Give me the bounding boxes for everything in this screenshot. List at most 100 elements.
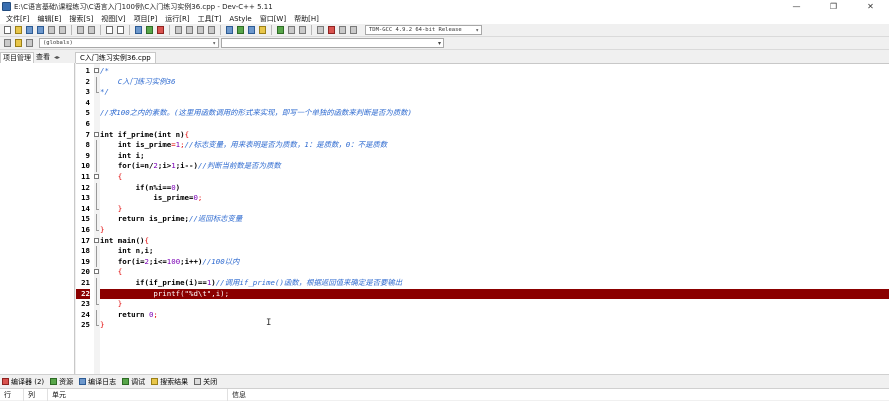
keyword: int — [117, 246, 132, 256]
identifier: ;i++) — [180, 256, 203, 266]
line-number: 10 — [81, 161, 90, 171]
rebuild-all-icon[interactable] — [257, 25, 267, 35]
code-line: is_prime=0; — [100, 193, 889, 204]
operator: ; — [153, 309, 158, 319]
menu-tools[interactable]: 工具[T] — [194, 14, 226, 24]
menu-execute[interactable]: 运行[R] — [161, 14, 193, 24]
gear-icon[interactable] — [337, 25, 347, 35]
redo-icon[interactable] — [86, 25, 96, 35]
stop-icon[interactable] — [326, 25, 336, 35]
new-file-icon[interactable] — [2, 25, 12, 35]
column-header-column[interactable]: 列 — [24, 389, 48, 401]
compiler-select[interactable]: TDM-GCC 4.9.2 64-bit Release ▾ — [365, 25, 482, 35]
column-header-unit[interactable]: 单元 — [48, 389, 228, 401]
line-number: 21 — [81, 278, 90, 287]
tab-search-results[interactable]: 搜索结果 — [151, 377, 188, 387]
resources-icon — [50, 378, 58, 385]
toolbar-separator — [271, 25, 272, 35]
maximize-button[interactable]: ❐ — [815, 0, 852, 13]
debug-icon[interactable] — [275, 25, 285, 35]
toolbar-separator — [71, 25, 72, 35]
comment: //返回标志变量 — [189, 214, 243, 224]
code-line: //求100之内的素数。(这里用函数调用的形式来实现，即写一个单独的函数来判断是… — [100, 108, 889, 119]
close-file-icon[interactable] — [46, 25, 56, 35]
replace-icon[interactable] — [115, 25, 125, 35]
text-cursor-icon: I — [266, 318, 272, 328]
code-editor[interactable]: 1 2 3 4 5 6 7 8 9 10 11 12 13 14 15 16 1… — [76, 63, 889, 374]
goto-bookmark-icon[interactable] — [24, 38, 34, 48]
project-options-icon[interactable] — [315, 25, 325, 35]
find-icon[interactable] — [104, 25, 114, 35]
bookmark-icon[interactable] — [13, 38, 23, 48]
indent-icon[interactable] — [195, 25, 205, 35]
line-number: 11 — [81, 172, 90, 181]
menu-file[interactable]: 文件[F] — [2, 14, 34, 24]
toolbar-separator — [169, 25, 170, 35]
compile-run-icon[interactable] — [246, 25, 256, 35]
identifier: printf( — [100, 288, 185, 298]
menu-search[interactable]: 搜索[S] — [65, 14, 97, 24]
tab-source-file[interactable]: C入门练习实例36.cpp — [75, 52, 156, 63]
line-number: 9 — [85, 150, 90, 160]
brace: } — [100, 203, 123, 213]
tab-scroll-arrows[interactable]: ◂▸ — [54, 52, 60, 63]
tab-compiler[interactable]: 编译器 (2) — [2, 377, 44, 387]
comment: //求100之内的素数。(这里用函数调用的形式来实现，即写一个单独的函数来判断是… — [100, 108, 412, 118]
goto-forward-icon[interactable] — [184, 25, 194, 35]
keyword: return — [117, 309, 145, 319]
code-line: { — [100, 267, 889, 278]
menu-edit[interactable]: 编辑[E] — [34, 14, 66, 24]
code-line: for(i=n/2;i>1;i--)//判断当前数是否为质数 — [100, 161, 889, 172]
members-select[interactable]: ▾ — [221, 38, 444, 48]
open-file-icon[interactable] — [13, 25, 23, 35]
minimize-button[interactable]: — — [778, 0, 815, 13]
brace: { — [100, 267, 123, 277]
tab-view[interactable]: 查看 — [34, 52, 52, 63]
line-number: 14 — [81, 203, 90, 213]
scope-select[interactable]: (globals) ▾ — [39, 38, 219, 48]
line-number: 1 — [85, 66, 90, 75]
comment: //标志变量，用来表明是否为质数，1：是质数，0：不是质数 — [184, 140, 388, 150]
tab-project[interactable]: 项目管理 — [0, 52, 34, 63]
save-icon[interactable] — [24, 25, 34, 35]
insert-icon[interactable] — [2, 38, 12, 48]
tab-label: 关闭 — [203, 377, 218, 386]
code-area[interactable]: /* C入门练习实例36 */ //求100之内的素数。(这里用函数调用的形式来… — [100, 64, 889, 374]
new-project-icon[interactable] — [133, 25, 143, 35]
tab-close[interactable]: 关闭 — [194, 377, 217, 387]
close-icon — [194, 378, 202, 385]
line-number: 17 — [81, 235, 90, 245]
column-header-line[interactable]: 行 — [0, 389, 24, 401]
profile-icon[interactable] — [286, 25, 296, 35]
tab-resources[interactable]: 资源 — [50, 377, 73, 387]
close-button[interactable]: ✕ — [852, 0, 889, 13]
menu-project[interactable]: 项目[P] — [130, 14, 162, 24]
compiler-options-icon[interactable] — [348, 25, 358, 35]
identifier: (i=n/ — [131, 161, 154, 171]
tab-label: 调试 — [131, 377, 146, 386]
tab-compile-log[interactable]: 编译日志 — [79, 377, 116, 387]
compile-icon[interactable] — [224, 25, 234, 35]
unindent-icon[interactable] — [206, 25, 216, 35]
goto-back-icon[interactable] — [173, 25, 183, 35]
remove-from-project-icon[interactable] — [155, 25, 165, 35]
keyword: for — [117, 256, 132, 266]
menu-view[interactable]: 视图[V] — [97, 14, 129, 24]
menu-window[interactable]: 窗口[W] — [256, 14, 290, 24]
menu-astyle[interactable]: AStyle — [225, 15, 255, 23]
code-line: if(if_prime(i)==1)//调用if_prime()函数，根据返回值… — [100, 278, 889, 289]
menu-help[interactable]: 帮助[H] — [290, 14, 323, 24]
save-all-icon[interactable] — [35, 25, 45, 35]
print-icon[interactable] — [57, 25, 67, 35]
check-icon[interactable] — [297, 25, 307, 35]
comment: C入门练习实例36 — [100, 76, 176, 86]
column-header-message[interactable]: 信息 — [228, 389, 889, 401]
run-icon[interactable] — [235, 25, 245, 35]
code-line: if(n%i==0) — [100, 183, 889, 194]
undo-icon[interactable] — [75, 25, 85, 35]
add-to-project-icon[interactable] — [144, 25, 154, 35]
tab-debug[interactable]: 调试 — [122, 377, 145, 387]
